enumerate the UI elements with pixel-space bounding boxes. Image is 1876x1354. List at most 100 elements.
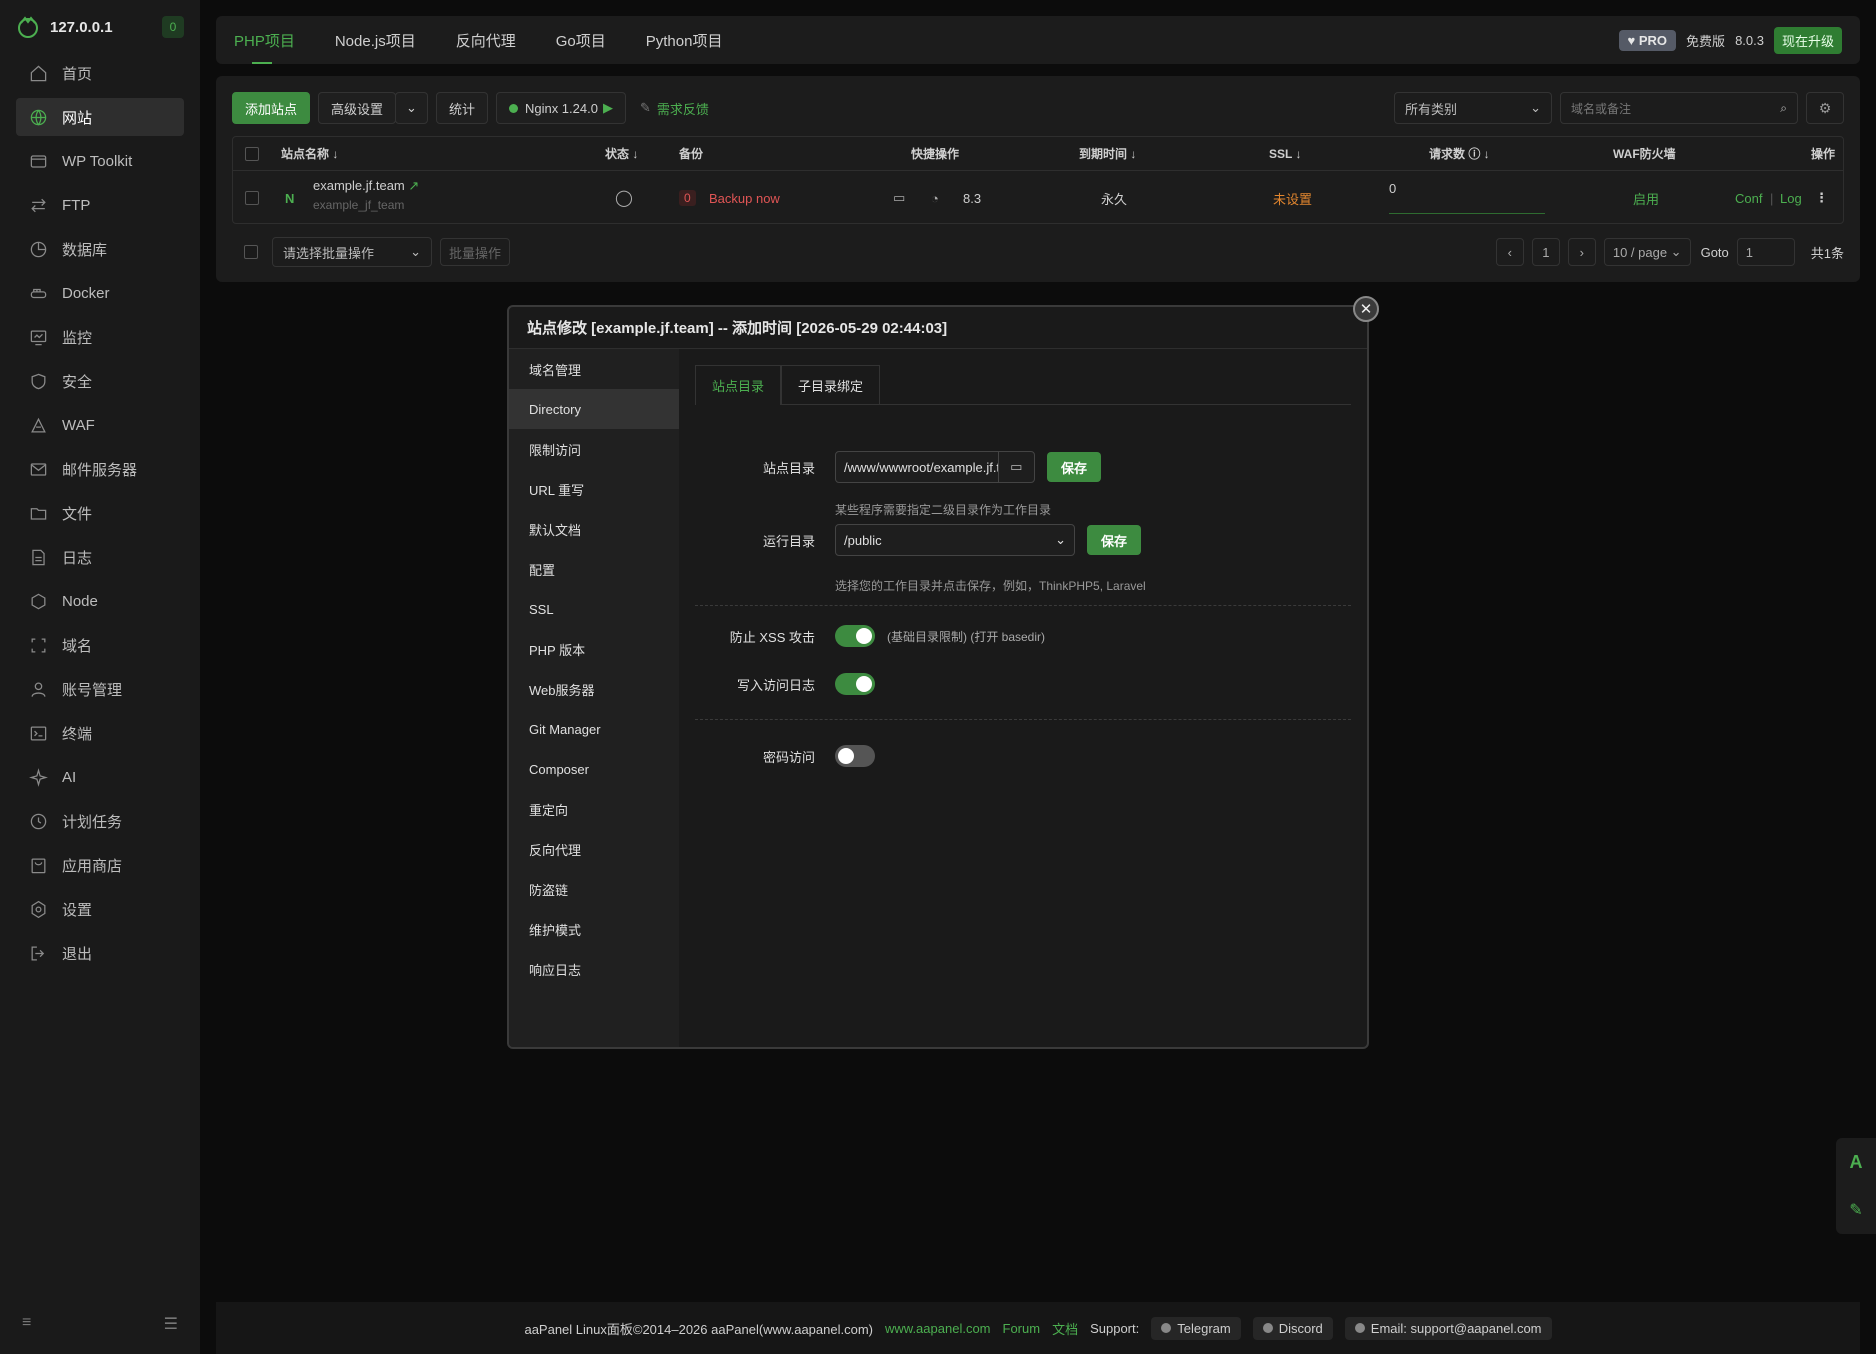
sidebar-item[interactable]: 域名 <box>16 626 184 664</box>
advanced-settings-button[interactable]: 高级设置 <box>318 92 397 124</box>
footer-checkbox[interactable] <box>244 245 258 259</box>
header-ssl[interactable]: SSL ↓ <box>1269 147 1301 161</box>
batch-action-button[interactable]: 批量操作 <box>440 238 511 266</box>
batch-select[interactable]: 请选择批量操作 ⌄ <box>272 237 432 267</box>
search-input[interactable]: 域名或备注 ⌕ <box>1560 92 1798 124</box>
tab-subdirectory-binding[interactable]: 子目录绑定 <box>781 365 881 405</box>
add-site-button[interactable]: 添加站点 <box>232 92 311 124</box>
speed-icon[interactable]: ◔ <box>931 191 939 206</box>
category-select[interactable]: 所有类别 ⌄ <box>1394 92 1552 124</box>
folder-icon[interactable]: ▭ <box>893 190 905 206</box>
forum-link[interactable]: Forum <box>1003 1321 1041 1336</box>
run-dir-select[interactable]: /public ⌄ <box>835 524 1075 556</box>
backup-now-link[interactable]: Backup now <box>709 191 780 206</box>
site-dir-input[interactable]: /www/wwwroot/example.jf.team ▭ <box>835 451 1035 483</box>
modal-nav-item[interactable]: 限制访问 <box>509 429 679 469</box>
sidebar-item[interactable]: 终端 <box>16 714 184 752</box>
per-page-select[interactable]: 10 / page ⌄ <box>1603 238 1691 266</box>
modal-nav-item[interactable]: 响应日志 <box>509 949 679 989</box>
sidebar-item[interactable]: Docker <box>16 274 184 312</box>
advanced-dropdown-button[interactable]: ⌄ <box>395 92 428 124</box>
external-link-icon[interactable]: ↗ <box>408 178 419 193</box>
sidebar-item[interactable]: 文件 <box>16 494 184 532</box>
modal-nav-item[interactable]: 重定向 <box>509 789 679 829</box>
run-dir-save-button[interactable]: 保存 <box>1087 525 1142 555</box>
access-log-toggle[interactable] <box>835 673 875 695</box>
modal-nav-item[interactable]: 默认文档 <box>509 509 679 549</box>
sidebar-item[interactable]: 计划任务 <box>16 802 184 840</box>
tab-site-directory[interactable]: 站点目录 <box>695 365 782 405</box>
waf-status[interactable]: 启用 <box>1633 189 1659 208</box>
modal-nav-item[interactable]: Git Manager <box>509 709 679 749</box>
goto-input[interactable]: 1 <box>1736 238 1795 266</box>
docs-link[interactable]: 文档 <box>1052 1319 1078 1338</box>
folder-picker-icon[interactable]: ▭ <box>997 452 1035 482</box>
project-tab[interactable]: PHP项目 <box>234 16 295 64</box>
assistant-icon[interactable]: A <box>1850 1152 1863 1173</box>
more-icon[interactable]: ⋮ <box>1815 190 1828 206</box>
sidebar-item[interactable]: 网站 <box>16 98 184 136</box>
conf-link[interactable]: Conf <box>1735 191 1762 206</box>
xss-toggle[interactable] <box>835 625 875 647</box>
row-checkbox[interactable] <box>245 191 259 205</box>
sidebar-item[interactable]: 邮件服务器 <box>16 450 184 488</box>
modal-nav-item[interactable]: 反向代理 <box>509 829 679 869</box>
sidebar-item[interactable]: 首页 <box>16 54 184 92</box>
project-tab[interactable]: Python项目 <box>646 16 723 64</box>
sidebar-item[interactable]: WAF <box>16 406 184 444</box>
sidebar-item[interactable]: 监控 <box>16 318 184 356</box>
discord-link[interactable]: Discord <box>1252 1316 1333 1340</box>
expire-value[interactable]: 永久 <box>1101 189 1127 208</box>
php-version[interactable]: 8.3 <box>963 191 981 206</box>
nginx-button[interactable]: Nginx 1.24.0 ▶ <box>495 92 626 124</box>
collapse-icon[interactable]: ≡ <box>22 1314 31 1334</box>
table-settings-button[interactable]: ⚙ <box>1806 92 1844 124</box>
sidebar-item[interactable]: 安全 <box>16 362 184 400</box>
sidebar-item[interactable]: 日志 <box>16 538 184 576</box>
project-tab[interactable]: Go项目 <box>556 16 606 64</box>
modal-nav-item[interactable]: 防盗链 <box>509 869 679 909</box>
sidebar-item[interactable]: AI <box>16 758 184 796</box>
log-link[interactable]: Log <box>1780 191 1802 206</box>
page-1-button[interactable]: 1 <box>1531 238 1560 266</box>
header-site-name[interactable]: 站点名称 ↓ <box>281 145 338 162</box>
telegram-link[interactable]: Telegram <box>1151 1316 1241 1340</box>
sidebar-item[interactable]: FTP <box>16 186 184 224</box>
password-toggle[interactable] <box>835 745 875 767</box>
note-icon[interactable]: ✎ <box>1849 1200 1862 1220</box>
modal-nav-item[interactable]: Composer <box>509 749 679 789</box>
ssl-status[interactable]: 未设置 <box>1273 189 1312 208</box>
header-status[interactable]: 状态 ↓ <box>605 145 638 162</box>
site-remark[interactable]: example_jf_team <box>313 198 419 212</box>
email-link[interactable]: Email: support@aapanel.com <box>1344 1316 1552 1340</box>
site-domain-link[interactable]: example.jf.team <box>313 178 405 193</box>
sidebar-item[interactable]: 应用商店 <box>16 846 184 884</box>
search-icon[interactable]: ⌕ <box>1780 101 1787 116</box>
modal-nav-item[interactable]: SSL <box>509 589 679 629</box>
project-tab[interactable]: Node.js项目 <box>335 16 416 64</box>
header-expire[interactable]: 到期时间 ↓ <box>1079 145 1136 162</box>
feedback-link[interactable]: ✎ 需求反馈 <box>640 99 709 118</box>
sidebar-item[interactable]: Node <box>16 582 184 620</box>
pro-badge[interactable]: ♥ PRO <box>1618 29 1677 51</box>
stats-button[interactable]: 统计 <box>435 92 488 124</box>
site-link[interactable]: www.aapanel.com <box>885 1321 991 1336</box>
sidebar-item[interactable]: 退出 <box>16 934 184 972</box>
modal-nav-item[interactable]: 配置 <box>509 549 679 589</box>
modal-nav-item[interactable]: Directory <box>509 389 679 429</box>
header-requests[interactable]: 请求数 ⓘ ↓ <box>1429 145 1490 162</box>
list-icon[interactable]: ☰ <box>164 1314 178 1334</box>
modal-nav-item[interactable]: PHP 版本 <box>509 629 679 669</box>
sidebar-item[interactable]: WP Toolkit <box>16 142 184 180</box>
modal-close-button[interactable]: ✕ <box>1353 296 1379 322</box>
sidebar-item[interactable]: 账号管理 <box>16 670 184 708</box>
prev-page-button[interactable]: ‹ <box>1495 238 1524 266</box>
notification-badge[interactable]: 0 <box>162 16 184 38</box>
select-all-checkbox[interactable] <box>245 146 259 161</box>
upgrade-button[interactable]: 现在升级 <box>1773 26 1842 54</box>
site-dir-save-button[interactable]: 保存 <box>1047 452 1102 482</box>
project-tab[interactable]: 反向代理 <box>456 16 516 64</box>
play-status-icon[interactable]: ◯ <box>615 188 633 208</box>
modal-nav-item[interactable]: 域名管理 <box>509 349 679 389</box>
modal-nav-item[interactable]: URL 重写 <box>509 469 679 509</box>
